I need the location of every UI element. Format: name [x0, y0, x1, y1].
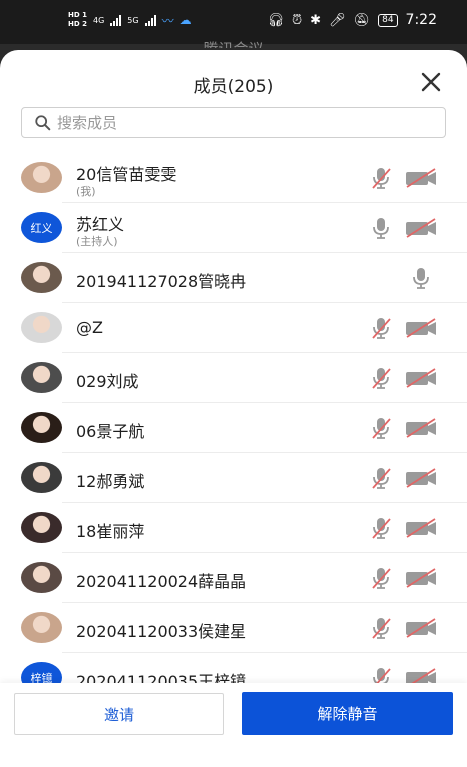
- members-sheet: 成员(205) 20信管苗雯雯(我)红义苏红义(主持人)201941127028…: [0, 50, 467, 767]
- headphones-icon: 🎧︎: [267, 12, 285, 28]
- member-row[interactable]: 梓镱 202041120035王梓镱: [0, 653, 467, 683]
- signal-icon: [110, 14, 122, 26]
- member-name: 202041120035王梓镱: [76, 672, 247, 683]
- background-app-title: 腾讯会议: [0, 38, 467, 48]
- member-name: 20信管苗雯雯: [76, 165, 177, 184]
- member-name: 029刘成: [76, 372, 139, 391]
- signal-icon-2: [144, 14, 156, 26]
- member-row[interactable]: 12郝勇斌: [0, 453, 467, 503]
- mic-muted-icon[interactable]: [370, 316, 392, 340]
- hd2-label: HD 2: [68, 20, 87, 28]
- mic-status-icon: 🎤︎: [329, 12, 346, 28]
- avatar: [21, 562, 62, 593]
- bluetooth-icon: ✱: [310, 12, 322, 28]
- member-name: 18崔丽萍: [76, 522, 145, 541]
- mic-muted-icon[interactable]: [370, 616, 392, 640]
- camera-off-icon[interactable]: [405, 667, 438, 683]
- unmute-button[interactable]: 解除静音: [242, 692, 453, 735]
- member-row[interactable]: @Z: [0, 303, 467, 353]
- avatar: 红义: [21, 212, 62, 243]
- camera-off-icon[interactable]: [405, 367, 438, 389]
- mic-muted-icon[interactable]: [370, 466, 392, 490]
- avatar: [21, 262, 62, 293]
- member-row[interactable]: 201941127028管晓冉: [0, 253, 467, 303]
- mic-muted-icon[interactable]: [370, 166, 392, 190]
- camera-off-icon[interactable]: [405, 317, 438, 339]
- avatar: 梓镱: [21, 662, 62, 683]
- mic-icon[interactable]: [370, 216, 392, 240]
- avatar: [21, 362, 62, 393]
- close-button[interactable]: [419, 70, 443, 94]
- member-name: 苏红义: [76, 215, 125, 234]
- hd-indicator: HD 1 HD 2: [68, 11, 87, 29]
- camera-off-icon[interactable]: [405, 417, 438, 439]
- avatar: [21, 512, 62, 543]
- member-name: 202041120024薛晶晶: [76, 572, 247, 591]
- members-list[interactable]: 20信管苗雯雯 (我) 红义 苏红义 (主持人) 201941127028管晓冉 @Z 029…: [0, 153, 467, 683]
- member-name: @Z: [76, 318, 103, 337]
- member-name: 12郝勇斌: [76, 472, 145, 491]
- mic-muted-icon[interactable]: [370, 366, 392, 390]
- mic-muted-icon[interactable]: [370, 566, 392, 590]
- close-icon: [421, 72, 441, 92]
- footer-bar: 邀请 解除静音: [0, 683, 467, 767]
- member-name: 202041120033侯建星: [76, 622, 247, 641]
- clock: 7:22: [405, 12, 437, 28]
- avatar: [21, 412, 62, 443]
- network2-label: 5G: [127, 15, 139, 25]
- search-box[interactable]: [21, 107, 446, 138]
- avatar: [21, 162, 62, 193]
- mute-bell-icon: 🔕︎: [353, 12, 371, 28]
- status-left: HD 1 HD 2 4G 5G 〰 ☁: [68, 11, 192, 29]
- member-role: (主持人): [76, 235, 118, 248]
- member-row[interactable]: 18崔丽萍: [0, 503, 467, 553]
- search-icon: [35, 114, 51, 130]
- member-row[interactable]: 06景子航: [0, 403, 467, 453]
- camera-off-icon[interactable]: [405, 167, 438, 189]
- member-row[interactable]: 029刘成: [0, 353, 467, 403]
- hd1-label: HD 1: [68, 11, 87, 19]
- mic-icon[interactable]: [410, 266, 432, 290]
- member-name: 201941127028管晓冉: [76, 272, 247, 291]
- avatar: [21, 462, 62, 493]
- battery-icon: 84: [378, 13, 398, 27]
- mic-muted-icon[interactable]: [370, 516, 392, 540]
- camera-off-icon[interactable]: [405, 567, 438, 589]
- mic-muted-icon[interactable]: [370, 416, 392, 440]
- sheet-header: 成员(205): [0, 50, 467, 112]
- member-role: (我): [76, 185, 96, 198]
- status-right: 🎧︎ ⏰︎ ✱ 🎤︎ 🔕︎ 84 7:22: [268, 12, 438, 28]
- camera-off-icon[interactable]: [405, 217, 438, 239]
- camera-off-icon[interactable]: [405, 617, 438, 639]
- members-title: 成员(205): [193, 77, 274, 97]
- camera-off-icon[interactable]: [405, 467, 438, 489]
- mic-muted-icon[interactable]: [370, 666, 392, 683]
- member-row[interactable]: 红义 苏红义 (主持人): [0, 203, 467, 253]
- member-row[interactable]: 202041120033侯建星: [0, 603, 467, 653]
- member-row[interactable]: 20信管苗雯雯 (我): [0, 153, 467, 203]
- wave-icon: 〰: [161, 13, 174, 28]
- member-name: 06景子航: [76, 422, 145, 441]
- network1-label: 4G: [92, 15, 105, 25]
- search-input[interactable]: [57, 113, 427, 132]
- member-row[interactable]: 202041120024薛晶晶: [0, 553, 467, 603]
- alarm-icon: ⏰︎: [292, 12, 303, 28]
- avatar: [21, 312, 62, 343]
- avatar: [21, 612, 62, 643]
- cloud-icon: ☁: [179, 13, 192, 27]
- invite-button[interactable]: 邀请: [14, 693, 224, 735]
- camera-off-icon[interactable]: [405, 517, 438, 539]
